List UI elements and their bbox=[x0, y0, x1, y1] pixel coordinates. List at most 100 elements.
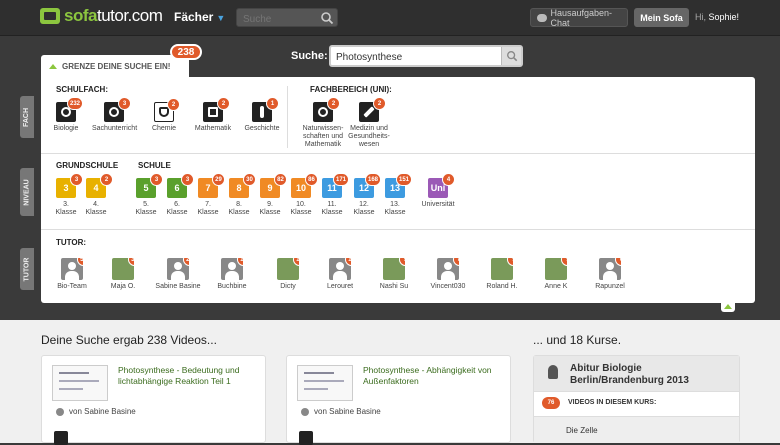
videos-result-heading: Deine Suche ergab 238 Videos... bbox=[41, 333, 217, 347]
tutor-filter-item[interactable]: 7Anne K bbox=[530, 258, 582, 291]
subject-filter-chemie[interactable]: 2 Chemie bbox=[142, 98, 186, 133]
subject-filter-geschichte[interactable]: 1 Geschichte bbox=[240, 97, 284, 133]
main-search-input[interactable] bbox=[331, 48, 499, 67]
calculator-icon: 2 bbox=[203, 97, 230, 122]
grade-filter-4[interactable]: 4 2 4. Klasse bbox=[74, 173, 118, 217]
search-label: Suche: bbox=[291, 50, 328, 62]
grade-tile: 9 82 bbox=[260, 173, 287, 198]
tutor-filter-item[interactable]: 9Nashi Su bbox=[368, 258, 420, 291]
divider bbox=[41, 229, 755, 230]
sofatutor-logo[interactable]: sofatutor.com bbox=[40, 6, 163, 26]
video-author: von Sabine Basine bbox=[301, 407, 381, 416]
count-badge: 3 bbox=[118, 97, 131, 110]
video-title-link[interactable]: Photosynthese - Abhängigkeit von Außenfa… bbox=[363, 365, 508, 387]
user-placeholder-icon: 10 bbox=[329, 258, 351, 280]
user-greeting: Hi, Sophie! bbox=[695, 12, 740, 22]
count-badge: 10 bbox=[345, 258, 351, 266]
count-badge: 2 bbox=[100, 173, 113, 186]
subject-filter-sachunterricht[interactable]: 3 Sachunterricht bbox=[92, 97, 137, 133]
grade-tile: Uni 4 bbox=[428, 173, 455, 198]
vertical-divider bbox=[287, 86, 288, 148]
count-badge: 54 bbox=[77, 258, 83, 266]
subject-filter-mathematik[interactable]: 2 Mathematik bbox=[191, 97, 235, 133]
video-thumbnail[interactable] bbox=[297, 365, 353, 401]
count-badge: 9 bbox=[399, 258, 405, 266]
count-badge: 4 bbox=[442, 173, 455, 186]
grade-tile: 63 bbox=[167, 173, 194, 198]
top-navigation-bar: sofatutor.com Fächer▼ Hausaufgaben-Chat … bbox=[0, 0, 780, 36]
chat-bubble-icon bbox=[537, 13, 547, 22]
course-header[interactable]: Abitur Biologie Berlin/Brandenburg 2013 bbox=[534, 356, 739, 392]
user-name-link[interactable]: Sophie! bbox=[709, 12, 740, 22]
video-card[interactable]: Photosynthese - Bedeutung und lichtabhän… bbox=[41, 355, 266, 445]
grade-tile: 33 bbox=[56, 173, 83, 198]
count-badge: 2 bbox=[167, 98, 180, 111]
count-badge: 7 bbox=[561, 258, 567, 266]
courses-result-heading: ... und 18 Kurse. bbox=[533, 333, 622, 347]
count-badge: 1 bbox=[266, 97, 279, 110]
triangle-up-icon bbox=[49, 63, 57, 69]
grade-tile: 13 151 bbox=[385, 173, 412, 198]
fachbereich-label: FACHBEREICH (UNI): bbox=[310, 85, 392, 94]
count-badge: 33 bbox=[128, 258, 134, 266]
user-placeholder-icon: 19 bbox=[221, 258, 243, 280]
count-badge: 232 bbox=[66, 97, 83, 110]
count-badge: 26 bbox=[183, 258, 189, 266]
grade-tile: 8 30 bbox=[229, 173, 256, 198]
homework-chat-button[interactable]: Hausaufgaben-Chat bbox=[530, 8, 628, 28]
subject-filter-biologie[interactable]: 232 Biologie bbox=[44, 97, 88, 133]
logo-text: sofatutor.com bbox=[64, 6, 163, 25]
count-badge: 2 bbox=[327, 97, 340, 110]
tutor-filter-item[interactable]: 54Bio-Team bbox=[46, 258, 98, 291]
tutor-filter-item[interactable]: 19Buchbine bbox=[206, 258, 258, 291]
syringe-icon: 2 bbox=[359, 97, 386, 122]
field-filter-naturwissenschaften[interactable]: 2 Naturwissen- schaften und Mathematik bbox=[300, 97, 346, 149]
person-icon bbox=[56, 407, 64, 416]
faecher-menu[interactable]: Fächer ▼ bbox=[174, 10, 225, 24]
course-chapter-item[interactable]: Die Zelle bbox=[534, 416, 739, 443]
tutor-label: TUTOR: bbox=[56, 238, 87, 247]
tutor-filter-item[interactable]: 10Lerouret bbox=[314, 258, 366, 291]
niveau-side-tab: NIVEAU bbox=[20, 168, 34, 216]
tutor-filter-item[interactable]: 12Dicty bbox=[262, 258, 314, 291]
filter-toggle-tab[interactable]: GRENZE DEINE SUCHE EIN! bbox=[41, 55, 189, 77]
tutor-filter-item[interactable]: 7Roland H. bbox=[476, 258, 528, 291]
grade-tile: 53 bbox=[136, 173, 163, 198]
video-title-link[interactable]: Photosynthese - Bedeutung und lichtabhän… bbox=[118, 365, 263, 387]
course-title[interactable]: Abitur Biologie Berlin/Brandenburg 2013 bbox=[570, 363, 735, 387]
grade-filter-uni[interactable]: Uni 4 Universität bbox=[416, 173, 460, 209]
video-card[interactable]: Photosynthese - Abhängigkeit von Außenfa… bbox=[286, 355, 511, 445]
chevron-down-icon: ▼ bbox=[216, 13, 226, 23]
search-icon[interactable] bbox=[320, 11, 334, 25]
tutor-filter-item[interactable]: 6Rapunzel bbox=[584, 258, 636, 291]
field-filter-medizin[interactable]: 2 Medizin und Gesundheits- wesen bbox=[346, 97, 392, 149]
grade-tile: 7 29 bbox=[198, 173, 225, 198]
tutor-avatar: 33 bbox=[112, 258, 134, 280]
course-card[interactable]: Abitur Biologie Berlin/Brandenburg 2013 … bbox=[533, 355, 740, 443]
leaf-icon: 232 bbox=[56, 97, 83, 122]
count-badge: 8 bbox=[453, 258, 459, 266]
mein-sofa-button[interactable]: Mein Sofa bbox=[634, 8, 689, 27]
triangle-up-icon bbox=[724, 303, 732, 309]
count-badge: 151 bbox=[395, 173, 412, 186]
top-search-box bbox=[236, 8, 338, 28]
course-video-count-badge: 76 bbox=[542, 397, 560, 409]
top-search-input[interactable] bbox=[237, 11, 321, 28]
schule-label: SCHULE bbox=[138, 161, 171, 170]
person-icon bbox=[301, 407, 309, 416]
user-placeholder-icon: 8 bbox=[437, 258, 459, 280]
video-thumbnail[interactable] bbox=[52, 365, 108, 401]
tutor-filter-item[interactable]: 33Maja O. bbox=[97, 258, 149, 291]
nature-science-icon: 2 bbox=[313, 97, 340, 122]
grade-tile: 42 bbox=[86, 173, 113, 198]
main-search-button[interactable] bbox=[501, 47, 521, 65]
collapse-filter-button[interactable] bbox=[721, 300, 735, 312]
tutor-filter-item[interactable]: 26Sabine Basine bbox=[152, 258, 204, 291]
grundschule-label: GRUNDSCHULE bbox=[56, 161, 119, 170]
location-pin-icon bbox=[548, 365, 558, 379]
tutor-avatar: 12 bbox=[277, 258, 299, 280]
tutor-filter-item[interactable]: 8Vincent030 bbox=[422, 258, 474, 291]
tutor-avatar: 9 bbox=[383, 258, 405, 280]
course-videos-label: VIDEOS IN DIESEM KURS: bbox=[568, 399, 657, 406]
grade-filter-13[interactable]: 13 151 13. Klasse bbox=[373, 173, 417, 217]
